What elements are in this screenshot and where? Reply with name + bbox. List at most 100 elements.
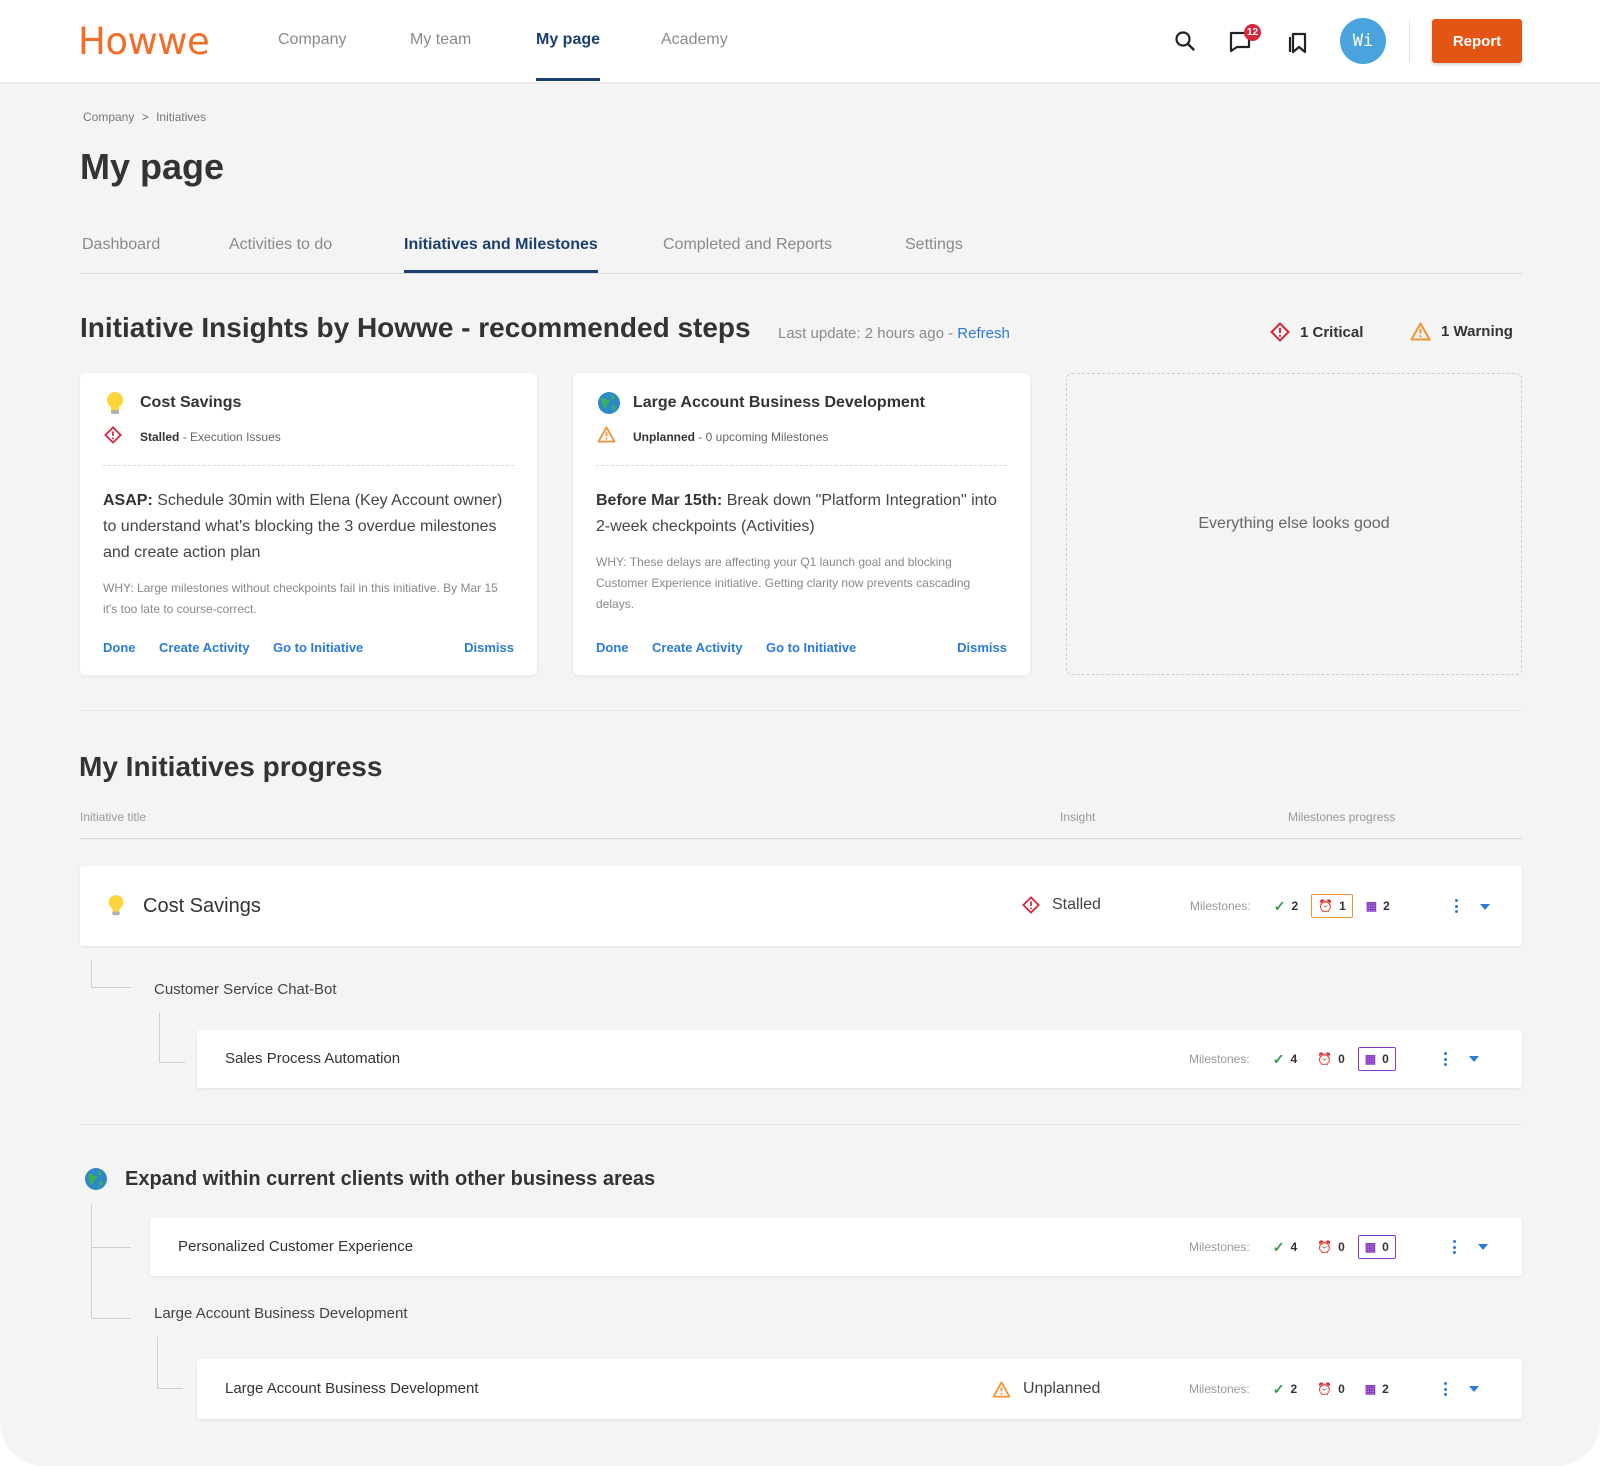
- refresh-link[interactable]: Refresh: [957, 325, 1010, 342]
- planned-count: 0: [1382, 1052, 1389, 1066]
- nav-my-team[interactable]: My team: [410, 31, 471, 49]
- critical-count-label: 1 Critical: [1300, 323, 1364, 341]
- overdue-milestones[interactable]: ⏰ 0: [1310, 1047, 1352, 1071]
- milestones-summary: Milestones: ✓ 2 ⏰ 0 ▦ 2: [1189, 1377, 1402, 1401]
- card-status-label: Stalled: [140, 430, 180, 444]
- messages-icon[interactable]: 12: [1228, 24, 1261, 54]
- nav-my-page[interactable]: My page: [536, 31, 601, 81]
- search-icon[interactable]: [1174, 30, 1196, 52]
- warning-count[interactable]: 1 Warning: [1410, 322, 1513, 341]
- planned-milestones[interactable]: ▦ 0: [1357, 1235, 1396, 1259]
- row-menu-icon[interactable]: [1454, 899, 1458, 913]
- card-title[interactable]: Cost Savings: [140, 394, 241, 412]
- column-initiative-title: Initiative title: [80, 810, 147, 824]
- tab-initiatives-milestones[interactable]: Initiatives and Milestones: [404, 236, 598, 273]
- card-action-lead: Before Mar 15th:: [596, 492, 723, 509]
- done-milestones[interactable]: ✓ 4: [1266, 1235, 1304, 1259]
- nav-academy[interactable]: Academy: [661, 31, 728, 49]
- row-title[interactable]: Cost Savings: [143, 895, 261, 918]
- nav-company[interactable]: Company: [278, 31, 346, 49]
- tree-connector: [91, 1318, 131, 1319]
- card-action: ASAP: Schedule 30min with Elena (Key Acc…: [103, 488, 514, 566]
- tree-connector: [91, 1247, 131, 1248]
- check-icon: ✓: [1272, 1050, 1285, 1067]
- insight-label: Unplanned: [1023, 1380, 1101, 1397]
- insight-label: Stalled: [1052, 896, 1101, 913]
- last-update-text: Last update: 2 hours ago -: [778, 325, 954, 342]
- chevron-down-icon[interactable]: [1480, 904, 1490, 910]
- row-menu-icon[interactable]: [1452, 1240, 1456, 1254]
- table-row[interactable]: Sales Process Automation Milestones: ✓ 4 …: [197, 1030, 1522, 1088]
- done-link[interactable]: Done: [103, 640, 136, 655]
- howwe-logo[interactable]: Howwe: [78, 20, 210, 63]
- done-milestones[interactable]: ✓ 4: [1266, 1047, 1304, 1071]
- planned-milestones[interactable]: ▦ 0: [1357, 1047, 1396, 1071]
- warning-count-label: 1 Warning: [1441, 323, 1513, 340]
- critical-count[interactable]: 1 Critical: [1270, 322, 1363, 342]
- overdue-milestones[interactable]: ⏰ 0: [1310, 1235, 1352, 1259]
- done-count: 2: [1290, 1382, 1298, 1396]
- done-milestones[interactable]: ✓ 2: [1266, 1377, 1304, 1401]
- go-to-initiative-link[interactable]: Go to Initiative: [273, 640, 363, 655]
- done-count: 2: [1291, 899, 1299, 913]
- row-menu-icon[interactable]: [1443, 1382, 1447, 1396]
- row-menu-icon[interactable]: [1443, 1052, 1447, 1066]
- done-milestones[interactable]: ✓ 2: [1267, 894, 1305, 918]
- tab-completed-reports[interactable]: Completed and Reports: [663, 236, 832, 254]
- nav-divider: [1409, 20, 1410, 62]
- overdue-count: 1: [1339, 899, 1346, 913]
- done-link[interactable]: Done: [596, 640, 629, 655]
- overdue-count: 0: [1338, 1052, 1345, 1066]
- overdue-count: 0: [1338, 1382, 1345, 1396]
- create-activity-link[interactable]: Create Activity: [159, 640, 250, 655]
- create-activity-link[interactable]: Create Activity: [652, 640, 743, 655]
- chevron-down-icon[interactable]: [1469, 1386, 1479, 1392]
- alarm-icon: ⏰: [1317, 1382, 1333, 1396]
- group-chatbot[interactable]: Customer Service Chat-Bot: [154, 981, 337, 998]
- group-expand[interactable]: Expand within current clients with other…: [125, 1168, 655, 1191]
- user-avatar[interactable]: Wi: [1340, 18, 1386, 64]
- report-button[interactable]: Report: [1432, 19, 1522, 63]
- table-header-divider: [80, 838, 1522, 839]
- calendar-icon: ▦: [1364, 1052, 1377, 1066]
- bookmarks-icon[interactable]: [1288, 30, 1310, 54]
- chevron-down-icon[interactable]: [1469, 1056, 1479, 1062]
- row-title[interactable]: Sales Process Automation: [225, 1050, 400, 1067]
- chevron-down-icon[interactable]: [1478, 1244, 1488, 1250]
- dismiss-link[interactable]: Dismiss: [464, 640, 514, 655]
- breadcrumb: Company > Initiatives: [83, 110, 206, 124]
- row-title[interactable]: Personalized Customer Experience: [178, 1238, 413, 1255]
- card-status: Stalled - Execution Issues: [140, 430, 281, 444]
- overdue-milestones[interactable]: ⏰ 0: [1310, 1377, 1352, 1401]
- tab-dashboard[interactable]: Dashboard: [82, 236, 160, 254]
- globe-icon: [597, 391, 621, 420]
- alarm-icon: ⏰: [1318, 899, 1334, 913]
- tree-connector: [159, 1013, 185, 1063]
- table-row[interactable]: Cost Savings Stalled Milestones: ✓ 2 ⏰ 1 ▦…: [80, 866, 1522, 946]
- tab-activities[interactable]: Activities to do: [229, 236, 332, 254]
- planned-milestones[interactable]: ▦ 2: [1359, 894, 1397, 918]
- table-row[interactable]: Personalized Customer Experience Milesto…: [150, 1218, 1522, 1276]
- overdue-milestones[interactable]: ⏰ 1: [1311, 894, 1353, 918]
- milestones-label: Milestones:: [1189, 1052, 1250, 1066]
- table-row[interactable]: Large Account Business Development Unpla…: [197, 1359, 1522, 1419]
- milestones-summary: Milestones: ✓ 4 ⏰ 0 ▦ 0: [1189, 1235, 1402, 1259]
- card-status-label: Unplanned: [633, 430, 695, 444]
- row-title[interactable]: Large Account Business Development: [225, 1380, 478, 1397]
- dismiss-link[interactable]: Dismiss: [957, 640, 1007, 655]
- group-large-account[interactable]: Large Account Business Development: [154, 1305, 407, 1322]
- breadcrumb-company[interactable]: Company: [83, 110, 134, 124]
- breadcrumb-separator: >: [141, 110, 149, 124]
- card-title[interactable]: Large Account Business Development: [633, 394, 925, 412]
- insights-title: Initiative Insights by Howwe - recommend…: [80, 312, 751, 343]
- section-divider: [80, 710, 1522, 711]
- planned-count: 2: [1382, 1382, 1389, 1396]
- card-divider: [103, 465, 514, 466]
- tab-settings[interactable]: Settings: [905, 236, 963, 254]
- planned-milestones[interactable]: ▦ 2: [1358, 1377, 1396, 1401]
- calendar-icon: ▦: [1365, 899, 1378, 913]
- planned-count: 0: [1382, 1240, 1389, 1254]
- notification-badge: 12: [1244, 24, 1261, 41]
- breadcrumb-initiatives[interactable]: Initiatives: [156, 110, 206, 124]
- go-to-initiative-link[interactable]: Go to Initiative: [766, 640, 856, 655]
